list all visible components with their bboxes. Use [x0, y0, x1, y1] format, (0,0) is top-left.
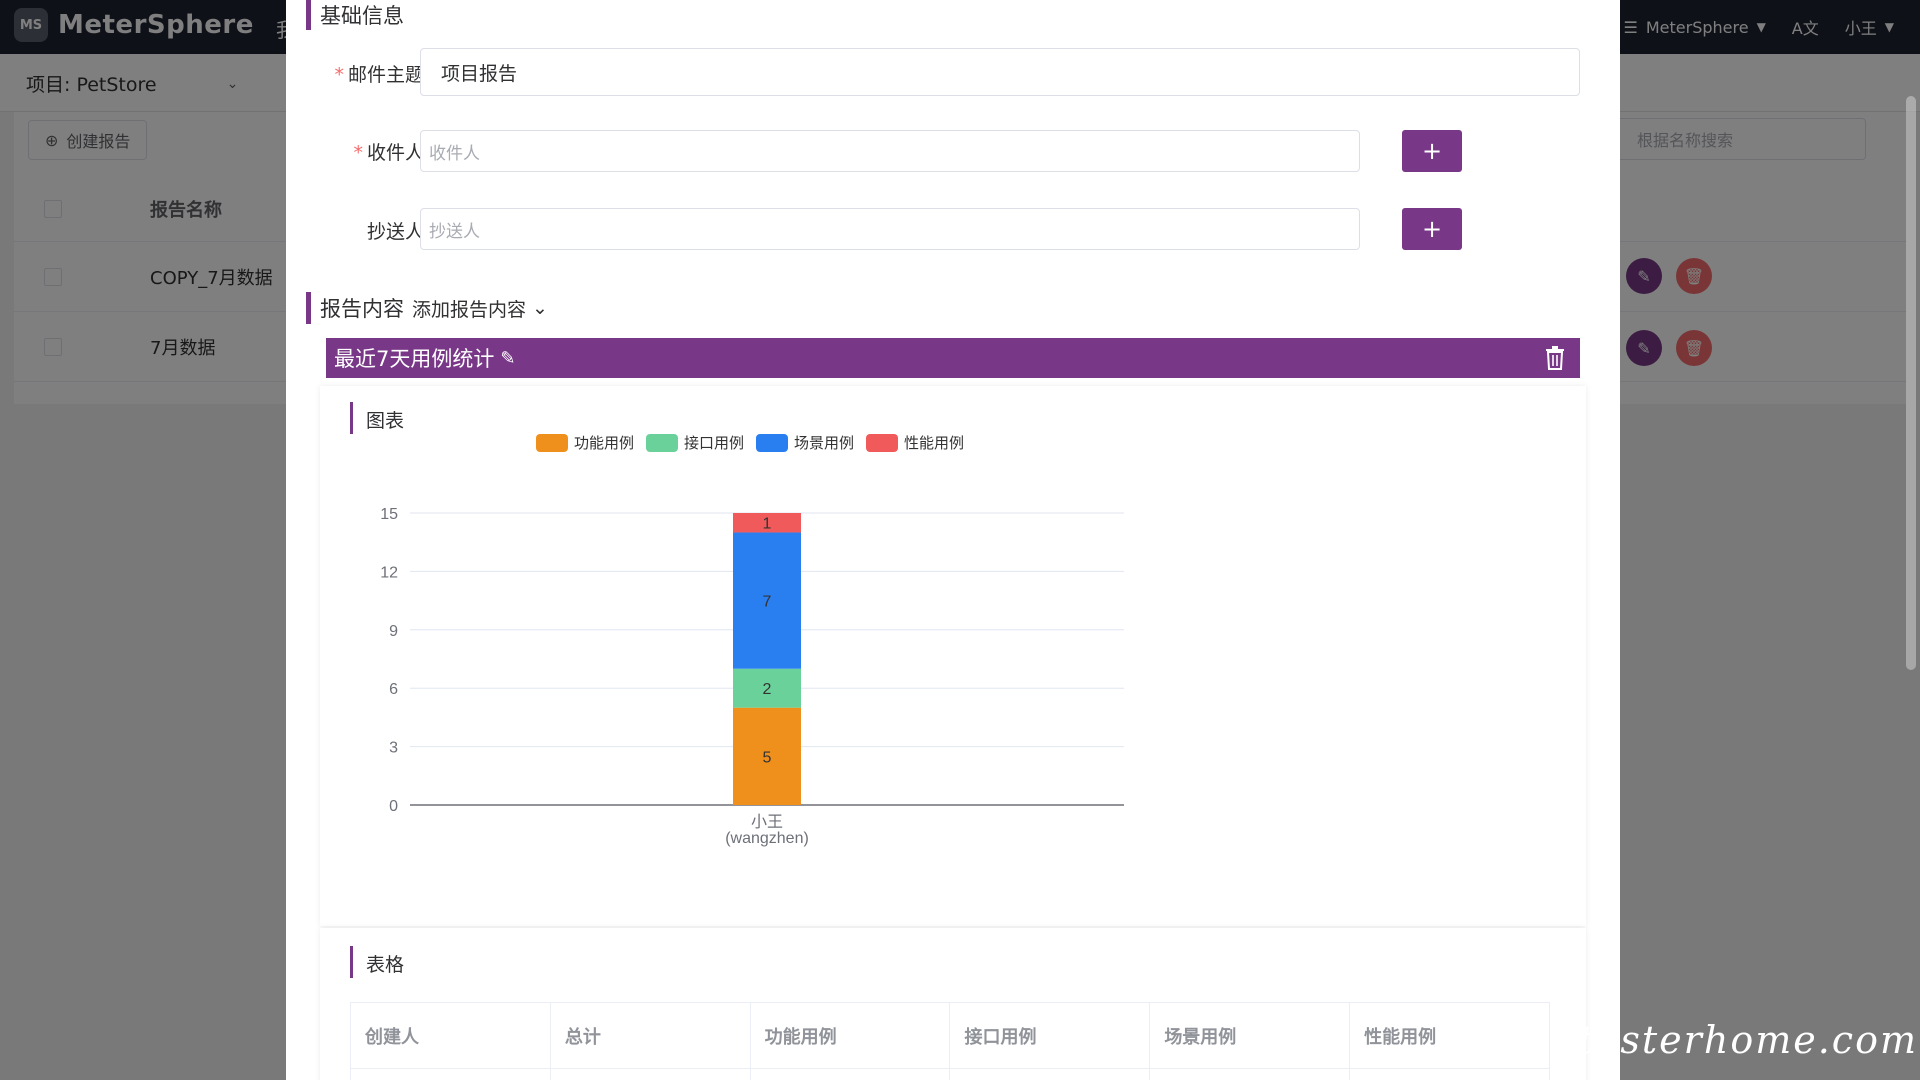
stacked-bar-chart: 0 3 6 9 12 15 5 2 7 1 小王(wangzhen) [380, 506, 1124, 847]
edit-title-icon[interactable]: ✎ [500, 348, 515, 369]
cc-placeholder: 抄送人 [429, 221, 480, 242]
subject-label-text: 邮件主题 [347, 64, 424, 86]
report-content-title-text: 报告内容 [320, 297, 404, 321]
table-cell [350, 1068, 551, 1080]
table-cell [1149, 1068, 1351, 1080]
recipient-placeholder: 收件人 [429, 143, 480, 164]
table-cell [749, 1068, 951, 1080]
required-mark: * [353, 142, 363, 164]
report-edit-drawer: 基础信息 * 邮件主题 项目报告 * 收件人 收件人 + 抄送人 抄送人 + 报告内… [286, 0, 1620, 1080]
x-tick-label: 小王 [751, 813, 783, 831]
x-tick-label: (wangzhen) [725, 830, 809, 847]
chart-card: 图表 功能用例 接口用例 场景用例 性能用例 0 3 6 9 12 15 5 2 7 1 小王 (wangz… [320, 386, 1586, 926]
watermark: testerhome.com [1578, 1018, 1918, 1062]
table-cell [949, 1068, 1151, 1080]
table-row [350, 1068, 1550, 1080]
widget-header: 最近7天用例统计 ✎ [326, 338, 1580, 378]
y-tick-label: 3 [389, 740, 398, 757]
table-cell [1349, 1068, 1550, 1080]
cc-label-text: 抄送人 [366, 221, 424, 243]
recipient-label-text: 收件人 [366, 142, 424, 164]
basic-info-title-text: 基础信息 [320, 4, 404, 28]
basic-info-title: 基础信息 [306, 0, 404, 30]
cc-label: 抄送人 [314, 217, 424, 244]
column-header-creator: 创建人 [350, 1002, 551, 1069]
chevron-down-icon: ⌄ [532, 297, 548, 319]
column-header-scenario: 场景用例 [1149, 1002, 1351, 1069]
widget-title[interactable]: 最近7天用例统计 [334, 343, 494, 373]
y-tick-label: 6 [389, 681, 398, 698]
add-recipient-button[interactable]: + [1402, 130, 1462, 172]
y-tick-label: 9 [389, 623, 398, 640]
stats-table: 创建人 总计 功能用例 接口用例 场景用例 性能用例 [350, 1002, 1550, 1080]
plus-icon: + [1421, 137, 1443, 165]
trash-icon[interactable] [1544, 346, 1566, 370]
add-report-content-label: 添加报告内容 [412, 298, 527, 321]
recipient-label: * 收件人 [314, 138, 424, 165]
subject-value: 项目报告 [441, 62, 518, 85]
data-label: 5 [763, 749, 772, 766]
y-tick-label: 0 [389, 798, 398, 815]
data-label: 2 [763, 681, 772, 698]
y-tick-label: 15 [380, 506, 398, 523]
column-header-api: 接口用例 [949, 1002, 1151, 1069]
page-scrollbar[interactable] [1906, 96, 1916, 670]
column-header-functional: 功能用例 [749, 1002, 951, 1069]
recipient-field[interactable]: 收件人 [420, 130, 1360, 172]
subject-field[interactable]: 项目报告 [420, 48, 1580, 96]
data-label: 7 [763, 594, 772, 611]
subject-label: * 邮件主题 [314, 60, 424, 87]
cc-field[interactable]: 抄送人 [420, 208, 1360, 250]
column-header-performance: 性能用例 [1349, 1002, 1550, 1069]
stats-table-header-row: 创建人 总计 功能用例 接口用例 场景用例 性能用例 [350, 1002, 1550, 1069]
table-section-title: 表格 [349, 946, 404, 978]
report-content-title: 报告内容 添加报告内容 ⌄ [306, 292, 548, 324]
plus-icon: + [1421, 215, 1443, 243]
y-tick-label: 12 [380, 564, 398, 581]
required-mark: * [334, 64, 344, 86]
table-card: 表格 创建人 总计 功能用例 接口用例 场景用例 性能用例 [320, 928, 1586, 1080]
table-cell [549, 1068, 751, 1080]
add-report-content-dropdown[interactable]: 添加报告内容 ⌄ [412, 295, 548, 322]
data-label: 1 [763, 516, 772, 533]
column-header-total: 总计 [549, 1002, 751, 1069]
add-cc-button[interactable]: + [1402, 208, 1462, 250]
